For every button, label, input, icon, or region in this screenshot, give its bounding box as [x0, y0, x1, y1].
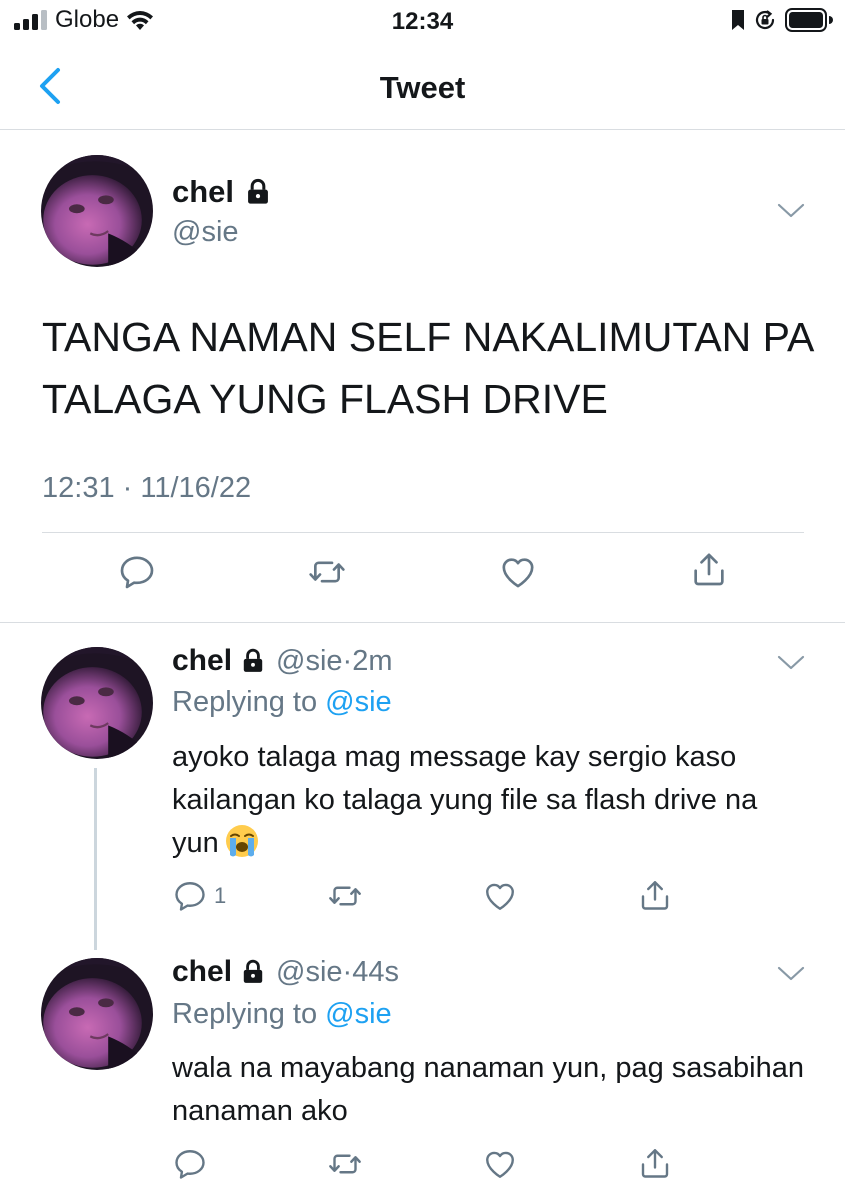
tweet-timestamp: 12:31 · 11/16/22 [42, 472, 252, 504]
orientation-lock-icon [755, 10, 775, 30]
thread-connector [94, 768, 97, 950]
author-handle[interactable]: @sie [172, 216, 239, 249]
main-tweet-author[interactable]: chel [172, 174, 272, 210]
retweet-icon[interactable] [326, 878, 364, 914]
chevron-down-icon[interactable] [776, 963, 806, 983]
reply-icon[interactable]: 1 [172, 878, 226, 914]
chevron-down-icon[interactable] [776, 652, 806, 672]
author-name[interactable]: chel [172, 955, 232, 989]
replying-to-mention[interactable]: @sie [325, 686, 392, 718]
reply-text: wala na mayabang nanaman yun, pag sasabi… [172, 1052, 805, 1127]
avatar[interactable] [41, 647, 153, 759]
status-bar: Globe 12:34 [0, 0, 845, 44]
divider [0, 622, 845, 623]
replying-to-line: Replying to @sie [172, 998, 392, 1031]
separator: · [342, 644, 353, 677]
reply-header: chel @sie · 2m [172, 644, 393, 678]
tweet-text: TANGA NAMAN SELF NAKALIMUTAN PA TALAGA Y… [42, 314, 813, 422]
lock-icon [244, 178, 272, 206]
reply-time: 2m [352, 644, 393, 677]
share-icon[interactable] [637, 876, 673, 914]
navigation-bar: Tweet [0, 50, 845, 130]
chevron-down-icon[interactable] [776, 200, 806, 220]
like-icon[interactable] [481, 878, 519, 914]
avatar[interactable] [41, 958, 153, 1070]
replying-to-label: Replying to [172, 686, 326, 718]
status-right [731, 8, 833, 32]
replying-to-mention[interactable]: @sie [325, 998, 392, 1030]
avatar[interactable] [41, 155, 153, 267]
reply-count: 1 [214, 883, 227, 908]
reply-text-container: ayoko talaga mag message kay sergio kaso… [172, 736, 812, 865]
like-icon[interactable] [497, 552, 539, 592]
divider [42, 532, 804, 533]
replying-to-line: Replying to @sie [172, 686, 392, 719]
tweet-actions [0, 552, 845, 602]
reply-icon[interactable] [172, 1146, 208, 1182]
share-icon[interactable] [637, 1144, 673, 1182]
author-name[interactable]: chel [172, 644, 232, 678]
retweet-icon[interactable] [326, 1146, 364, 1182]
bookmark-icon [732, 10, 744, 30]
loudly-crying-face-emoji [225, 825, 258, 857]
reply-icon[interactable] [117, 552, 157, 592]
replying-to-label: Replying to [172, 998, 326, 1030]
retweet-icon[interactable] [306, 552, 348, 592]
battery-icon [785, 8, 833, 32]
lock-icon [240, 648, 266, 674]
share-icon[interactable] [689, 548, 729, 590]
lock-icon [240, 959, 266, 985]
author-handle[interactable]: @sie [276, 645, 343, 678]
author-name: chel [172, 174, 235, 209]
separator: · [342, 955, 353, 988]
reply-text: ayoko talaga mag message kay sergio kaso… [172, 741, 758, 859]
page-title: Tweet [379, 70, 466, 105]
reply-header: chel @sie · 44s [172, 955, 399, 989]
like-icon[interactable] [481, 1146, 519, 1182]
author-handle[interactable]: @sie [276, 956, 343, 989]
status-time: 12:34 [391, 8, 454, 35]
reply-time: 44s [352, 955, 399, 988]
